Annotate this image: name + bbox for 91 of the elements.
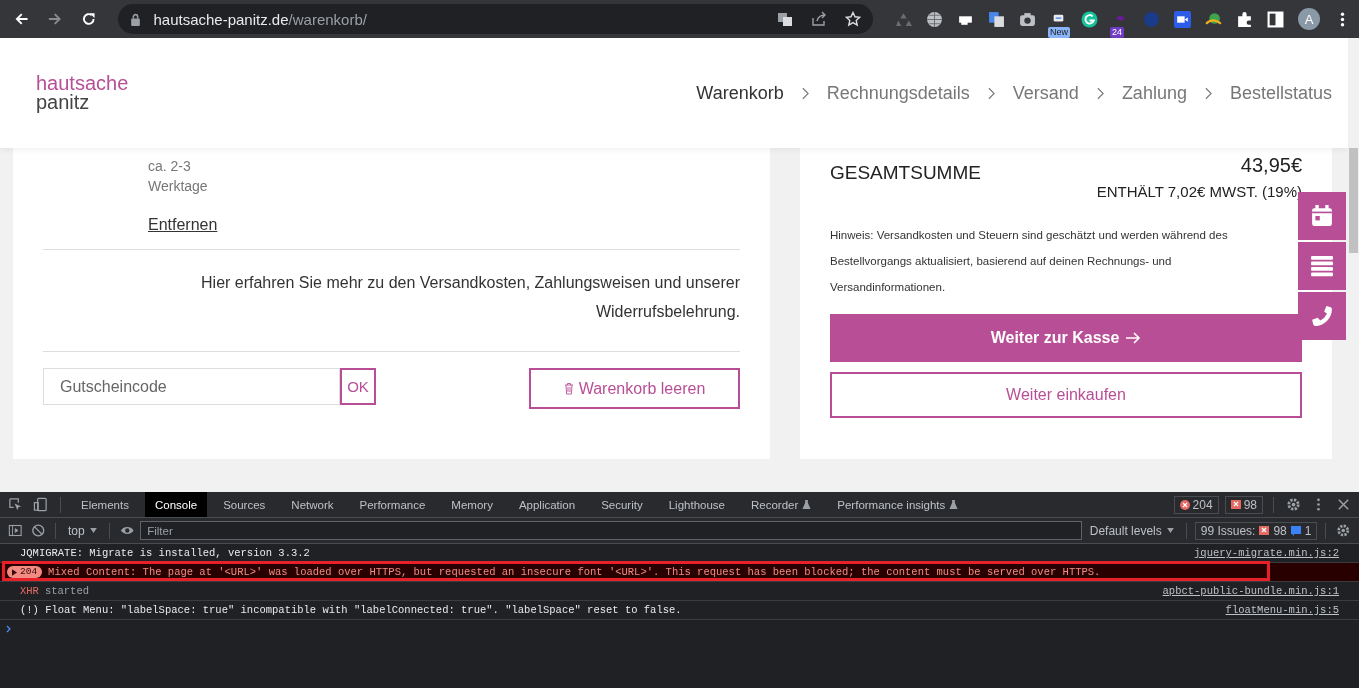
info-icon [1290,525,1301,536]
issue-icon [1230,499,1241,510]
translate-icon[interactable] [988,10,1005,28]
address-bar[interactable]: hautsache-panitz.de/warenkorb/ [118,4,873,34]
devtools-tab[interactable]: Elements [71,492,139,517]
sidebar-icon[interactable] [8,523,23,538]
star-icon[interactable] [845,11,861,27]
new-badge: New [1048,26,1070,38]
globe-icon[interactable] [926,10,943,28]
translate-icon[interactable] [777,11,793,27]
list-icon [1311,255,1333,277]
list-button[interactable] [1298,242,1346,290]
context-dropdown[interactable]: top [64,523,101,538]
checkout-step[interactable]: Zahlung [1121,82,1187,104]
lock-icon [130,12,142,26]
settings-icon[interactable] [1336,523,1351,538]
devtools-tab[interactable]: Console [144,492,208,517]
flask-icon [802,500,812,509]
chevron-icon [1096,86,1104,100]
issue-icon [1259,525,1270,536]
forward-icon[interactable] [47,11,63,27]
caret-icon [1166,528,1174,533]
checkout-step[interactable]: Bestellstatus [1229,82,1332,104]
remove-link[interactable]: Entfernen [148,216,218,234]
video-icon[interactable] [1174,10,1191,28]
devtools-tab[interactable]: Security [591,492,653,517]
xhr-tag: XHR [20,585,39,597]
clear-cart-button[interactable]: Warenkorb leeren [529,368,740,409]
checkout-step[interactable]: Versand [1012,82,1079,104]
close-icon[interactable] [1336,497,1351,512]
count-badge: 24 [1110,26,1124,38]
coupon-ok-button[interactable]: OK [340,368,376,405]
shipping-note: Hinweis: Versandkosten und Steuern sind geschätzt und werden während des Bestellvorgangs aktualisiert, basierend auf deinen Rechnungs- und Versandinformationen. [830,228,1229,295]
total-amount: 43,95€ [1240,154,1302,177]
devtools-tab[interactable]: Performance insights [827,492,969,517]
levels-dropdown[interactable]: Default levels [1085,523,1178,538]
caret-icon [89,528,97,533]
console-message: Mixed Content: The page at '<URL>' was loaded over HTTPS, but requested an insecure font '<URL>'. This request has been blocked; the content must be served over HTTPS. [48,566,1101,578]
filter-field[interactable]: Filter [140,521,1082,540]
arrow-icon [1125,332,1142,344]
chevron-icon [987,86,995,100]
checkout-button[interactable]: Weiter zur Kasse [830,314,1302,362]
trash-icon [563,382,574,395]
devtools-tab[interactable]: Application [508,492,586,517]
back-icon[interactable] [14,11,30,27]
phone-icon [1311,305,1333,327]
error-counter[interactable]: 204 [1173,495,1219,514]
devtools-tab[interactable]: Memory [441,492,503,517]
inspect-icon[interactable] [8,497,23,512]
device-icon[interactable] [33,497,48,512]
devtools-tab[interactable]: Performance [349,492,436,517]
prompt-icon[interactable] [6,625,12,633]
share-icon[interactable] [811,11,827,27]
coupon-field[interactable]: Gutscheincode [43,368,340,405]
source-link[interactable]: apbct-public-bundle.min.js:1 [1162,585,1339,597]
continue-shopping-button[interactable]: Weiter einkaufen [830,372,1302,418]
devtools-tab[interactable]: Sources [213,492,276,517]
puzzle-icon[interactable] [1236,10,1253,28]
info-text: Hier erfahren Sie mehr zu den Versandkosten, Zahlungsweisen und unserer Widerrufsbelehrung. [200,273,740,322]
expand-icon [12,568,17,576]
phone-button[interactable] [1298,292,1346,340]
error-icon [1179,499,1190,510]
logo[interactable]: hautsache panitz [36,74,129,112]
issue-counter[interactable]: 98 [1224,495,1263,514]
camera-icon[interactable] [1019,10,1036,28]
calendar-icon [1311,205,1333,227]
devtools-tab[interactable]: Lighthouse [658,492,735,517]
side-panel-icon[interactable] [1267,10,1284,28]
delivery-time: Werktage [148,177,209,196]
total-label: GESAMTSUMME [830,162,981,185]
reload-icon[interactable] [80,11,97,27]
console-message: started [44,585,89,597]
chevron-icon [801,86,809,100]
console-message: (!) Float Menu: "labelSpace: true" incompatible with "labelConnected: true". "labelSpace" reset to false. [20,604,682,616]
source-link[interactable]: jquery-migrate.min.js:2 [1194,547,1339,559]
url-path: /warenkorb/ [288,10,367,28]
checkout-step[interactable]: Warenkorb [696,82,784,104]
delivery-time: ca. 2-3 [148,157,192,176]
devtools-tab[interactable]: Recorder [741,492,822,517]
clear-icon[interactable] [30,523,46,538]
checkout-step[interactable]: Rechnungsdetails [826,82,970,104]
grammar-icon[interactable] [1081,10,1098,28]
chevron-icon [1204,86,1212,100]
settings-icon[interactable] [1286,497,1301,512]
console-message: JQMIGRATE: Migrate is installed, version 3.3.2 [20,547,310,559]
issues-counter[interactable]: 99 Issues: 98 1 [1194,521,1318,540]
devtools-tab[interactable]: Network [281,492,344,517]
source-link[interactable]: floatMenu-min.js:5 [1225,604,1339,616]
flask-icon [949,500,959,509]
url-host: hautsache-panitz.de [153,10,289,28]
repeat-count[interactable]: 204 [7,566,43,578]
